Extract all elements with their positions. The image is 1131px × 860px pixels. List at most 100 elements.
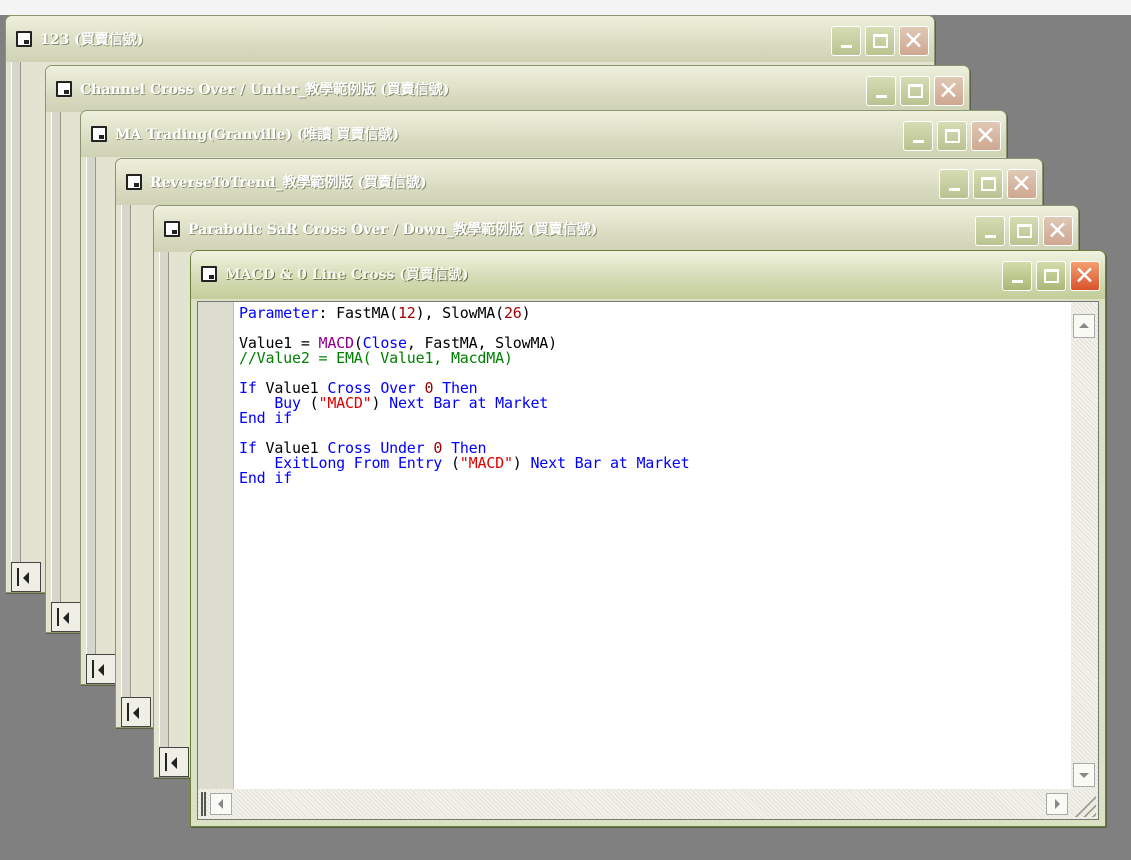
code-token: "MACD": [318, 394, 372, 412]
window-title: ReverseToTrend_教學範例版 (買賣信號): [150, 175, 427, 191]
minimize-button[interactable]: [903, 121, 933, 151]
code-line[interactable]: End if: [239, 411, 689, 426]
editor-edge: [121, 205, 131, 727]
scroll-left-button[interactable]: [210, 793, 232, 815]
scroll-right-button[interactable]: [1046, 793, 1068, 815]
scroll-down-button[interactable]: [1073, 763, 1095, 787]
document-icon[interactable]: [201, 266, 217, 282]
document-icon[interactable]: [91, 126, 107, 142]
minimize-button[interactable]: [1002, 261, 1032, 291]
editor-gutter: [198, 302, 234, 789]
close-button[interactable]: ✕: [1070, 261, 1100, 291]
close-button[interactable]: ✕: [1043, 216, 1073, 246]
arrow-up-icon: [1079, 323, 1089, 328]
code-line[interactable]: Buy ("MACD") Next Bar at Market: [239, 396, 689, 411]
maximize-icon: [1017, 224, 1032, 238]
splitter-icon: [165, 753, 167, 771]
splitter-icon: [57, 608, 59, 626]
code-token: : FastMA(: [318, 304, 398, 322]
code-line[interactable]: Parameter: FastMA(12), SlowMA(26): [239, 306, 689, 321]
arrow-left-icon: [98, 664, 104, 676]
code-line[interactable]: ExitLong From Entry ("MACD") Next Bar at…: [239, 456, 689, 471]
editor-edge: [11, 62, 21, 592]
maximize-button[interactable]: [900, 76, 930, 106]
close-icon: ✕: [903, 26, 924, 55]
code-line[interactable]: End if: [239, 471, 689, 486]
window-title: MA Trading(Granville) (唯讀 買賣信號): [115, 127, 399, 143]
code-token: 26: [503, 304, 522, 322]
code-token: ), SlowMA(: [415, 304, 505, 322]
scroll-left-button[interactable]: [11, 562, 41, 592]
editor-edge: [51, 112, 61, 632]
maximize-button[interactable]: [973, 169, 1003, 199]
close-button[interactable]: ✕: [1007, 169, 1037, 199]
document-icon[interactable]: [56, 81, 72, 97]
window-titlebar[interactable]: Channel Cross Over / Under_教學範例版 (買賣信號) …: [46, 66, 969, 112]
maximize-icon: [873, 34, 888, 48]
close-icon: ✕: [975, 121, 996, 150]
close-button[interactable]: ✕: [934, 76, 964, 106]
minimize-icon: [1012, 280, 1023, 283]
editor-edge: [159, 252, 169, 777]
maximize-button[interactable]: [865, 26, 895, 56]
maximize-icon: [981, 177, 996, 191]
arrow-left-icon: [133, 707, 139, 719]
code-token: (: [442, 454, 460, 472]
window-title: 123 (買賣信號): [40, 32, 144, 48]
scroll-left-button[interactable]: [86, 654, 116, 684]
minimize-icon: [876, 95, 887, 98]
code-token: ): [512, 454, 531, 472]
splitter-icon: [92, 660, 94, 678]
arrow-down-icon: [1079, 773, 1089, 778]
scroll-up-button[interactable]: [1073, 314, 1095, 338]
window-titlebar[interactable]: MA Trading(Granville) (唯讀 買賣信號) ✕: [81, 111, 1006, 157]
maximize-button[interactable]: [1009, 216, 1039, 246]
window-titlebar[interactable]: MACD & 0 Line Cross (買賣信號) ✕: [191, 251, 1105, 299]
vertical-scrollbar[interactable]: [1071, 302, 1098, 789]
scroll-left-button[interactable]: [159, 747, 189, 777]
close-button[interactable]: ✕: [899, 26, 929, 56]
window-macd-active[interactable]: MACD & 0 Line Cross (買賣信號) ✕ Parameter: …: [190, 250, 1106, 827]
code-token: ExitLong From Entry: [274, 454, 443, 472]
minimize-button[interactable]: [866, 76, 896, 106]
window-title: MACD & 0 Line Cross (買賣信號): [225, 267, 469, 283]
window-titlebar[interactable]: Parabolic SaR Cross Over / Down_教學範例版 (買…: [154, 206, 1078, 252]
maximize-button[interactable]: [1036, 261, 1066, 291]
code-token: 12: [397, 304, 416, 322]
maximize-icon: [1044, 269, 1059, 283]
splitter-icon: [17, 568, 19, 586]
resize-grip-icon[interactable]: [1074, 795, 1096, 817]
document-icon[interactable]: [16, 31, 32, 47]
code-token: ): [371, 394, 390, 412]
code-token: Next Bar at Market: [530, 454, 690, 472]
document-icon[interactable]: [164, 221, 180, 237]
document-icon[interactable]: [126, 174, 142, 190]
maximize-icon: [945, 129, 960, 143]
code-token: (: [300, 394, 319, 412]
arrow-right-icon: [1055, 799, 1060, 809]
close-icon: ✕: [1047, 216, 1068, 245]
arrow-left-icon: [63, 612, 69, 624]
desktop: 123 (買賣信號) ✕ Channel Cross Over / Under_…: [0, 0, 1131, 860]
window-titlebar[interactable]: ReverseToTrend_教學範例版 (買賣信號) ✕: [116, 159, 1042, 205]
code-area[interactable]: Parameter: FastMA(12), SlowMA(26) Value1 …: [239, 306, 690, 486]
editor-edge: [86, 157, 96, 684]
code-editor[interactable]: Parameter: FastMA(12), SlowMA(26) Value1 …: [197, 301, 1099, 820]
arrow-left-icon: [218, 799, 223, 809]
scroll-left-button[interactable]: [121, 697, 151, 727]
code-token: ): [521, 304, 531, 322]
minimize-button[interactable]: [975, 216, 1005, 246]
maximize-button[interactable]: [937, 121, 967, 151]
window-title: Parabolic SaR Cross Over / Down_教學範例版 (買…: [188, 222, 598, 238]
horizontal-scrollbar[interactable]: [198, 789, 1098, 819]
code-line[interactable]: //Value2 = EMA( Value1, MacdMA): [239, 351, 689, 366]
window-titlebar[interactable]: 123 (買賣信號) ✕: [6, 16, 934, 62]
minimize-button[interactable]: [939, 169, 969, 199]
code-token: "MACD": [459, 454, 513, 472]
splitter-icon[interactable]: [201, 792, 206, 816]
code-token: End if: [239, 409, 292, 427]
close-button[interactable]: ✕: [971, 121, 1001, 151]
close-icon: ✕: [938, 76, 959, 105]
scroll-left-button[interactable]: [51, 602, 81, 632]
minimize-button[interactable]: [831, 26, 861, 56]
